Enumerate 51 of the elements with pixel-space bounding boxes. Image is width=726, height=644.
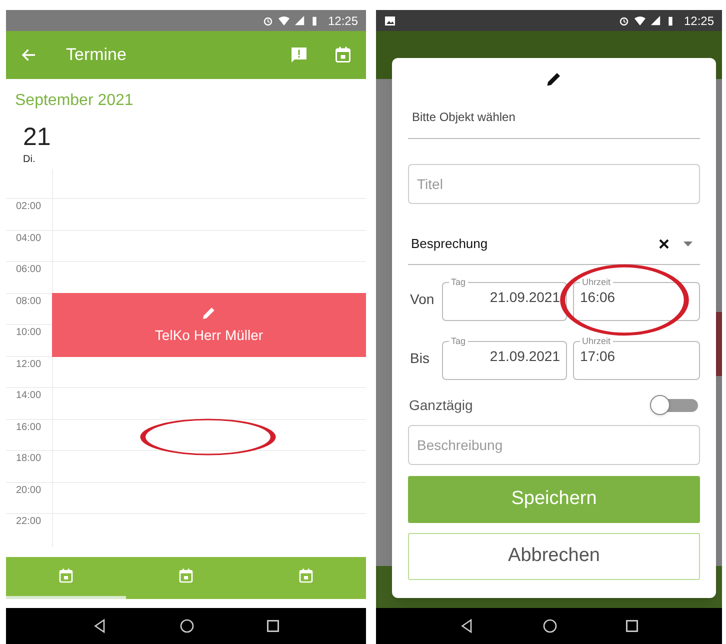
description-field[interactable]: Beschreibung (408, 425, 700, 465)
month-heading: September 2021 (15, 91, 134, 111)
all-day-label: Ganztägig (408, 396, 473, 415)
home-icon[interactable] (178, 618, 195, 634)
hour-label: 04:00 (15, 232, 42, 244)
calendar-icon[interactable] (334, 46, 352, 64)
hour-label: 16:00 (15, 420, 42, 434)
status-time: 12:25 (684, 12, 714, 30)
wifi-icon (634, 14, 646, 26)
feedback-icon[interactable] (290, 46, 308, 64)
hour-label: 14:00 (15, 389, 42, 402)
hour-label: 06:00 (15, 263, 42, 276)
type-select[interactable]: Besprechung (408, 223, 700, 265)
alarm-icon (262, 14, 274, 26)
hour-label: 20:00 (15, 484, 42, 496)
app-bar-title: Termine (66, 44, 126, 66)
day-number: 21 (23, 123, 51, 151)
status-time: 12:25 (328, 12, 358, 30)
title-field[interactable]: Titel (408, 164, 700, 204)
signal-icon (294, 15, 305, 26)
clear-icon[interactable] (658, 238, 670, 250)
signal-icon (650, 15, 661, 26)
pencil-icon (201, 304, 217, 320)
hour-label: 08:00 (15, 294, 42, 308)
date-field[interactable]: Tag 21.09.2021 (442, 336, 567, 380)
recents-icon[interactable] (624, 619, 639, 633)
pencil-icon (545, 70, 563, 88)
hour-label: 18:00 (15, 452, 42, 465)
alarm-icon (618, 14, 630, 26)
range-label: Von (409, 290, 436, 308)
wifi-icon (278, 14, 290, 26)
time-field[interactable]: Uhrzeit 17:06 (573, 336, 700, 380)
all-day-switch[interactable] (650, 395, 700, 415)
calendar-icon (178, 568, 194, 584)
calendar-icon (298, 568, 314, 584)
time-field[interactable]: Uhrzeit 16:06 (573, 277, 700, 321)
date-field[interactable]: Tag 21.09.2021 (442, 277, 567, 321)
recents-icon[interactable] (266, 619, 280, 633)
hour-label: 10:00 (15, 326, 42, 339)
hour-label: 02:00 (15, 200, 42, 213)
weekday-label: Di. (23, 154, 36, 166)
home-icon[interactable] (542, 618, 558, 634)
hour-label: 22:00 (15, 515, 42, 528)
type-select-value: Besprechung (411, 234, 488, 253)
range-label: Bis (409, 348, 430, 368)
object-select[interactable]: Bitte Objekt wählen (408, 108, 700, 139)
cancel-button[interactable]: Abbrechen (408, 533, 700, 580)
calendar-icon (58, 568, 74, 584)
event-title: TelKo Herr Müller (154, 326, 264, 344)
hour-label: 12:00 (15, 358, 42, 370)
image-icon (384, 14, 396, 26)
